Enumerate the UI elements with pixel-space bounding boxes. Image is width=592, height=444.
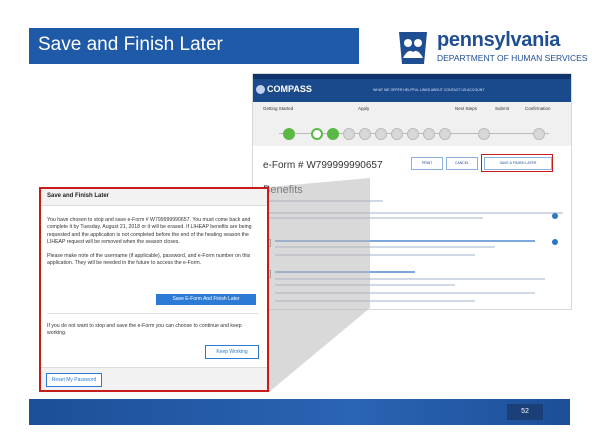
compass-screenshot: COMPASS WHAT WE OFFER HELPFUL LINKS ABOU… xyxy=(252,73,572,310)
benefit-item xyxy=(275,271,415,273)
step-dot xyxy=(343,128,355,140)
step-dot xyxy=(407,128,419,140)
eform-number: e-Form # W799999990657 xyxy=(263,160,383,171)
step-dot xyxy=(359,128,371,140)
compass-nav-items[interactable]: WHAT WE OFFER HELPFUL LINKS ABOUT CONTAC… xyxy=(373,88,484,92)
save-button-highlight xyxy=(481,154,553,172)
step-dot xyxy=(439,128,451,140)
text-line xyxy=(275,254,475,256)
slide-title: Save and Finish Later xyxy=(38,34,223,55)
compass-logo-icon xyxy=(256,85,265,94)
info-icon[interactable] xyxy=(552,213,558,219)
text-line xyxy=(275,300,475,302)
slide: Save and Finish Later pennsylvania DEPAR… xyxy=(0,0,592,444)
keystone-people-icon xyxy=(399,32,427,64)
step-dot xyxy=(423,128,435,140)
step-dot xyxy=(478,128,490,140)
page-number: 52 xyxy=(507,404,543,420)
step-next-steps: Next Steps xyxy=(455,106,478,111)
keep-working-button[interactable]: Keep Working xyxy=(205,345,259,359)
progress-steps: Getting Started Apply Next Steps Submit … xyxy=(253,102,571,146)
step-apply: Apply xyxy=(358,106,370,111)
dialog-footer: Reset My Password xyxy=(41,367,267,390)
logo-name: pennsylvania xyxy=(437,29,561,51)
slide-footer-bar xyxy=(29,399,570,425)
logo-subtitle: DEPARTMENT OF HUMAN SERVICES xyxy=(437,53,588,63)
benefit-item xyxy=(275,240,535,242)
dialog-header: Save and Finish Later xyxy=(41,189,267,206)
step-getting-started: Getting Started xyxy=(263,106,294,111)
text-line xyxy=(275,284,455,286)
compass-nav-bar: COMPASS WHAT WE OFFER HELPFUL LINKS ABOU… xyxy=(253,79,571,102)
reset-password-button[interactable]: Reset My Password xyxy=(46,373,102,387)
text-line xyxy=(275,292,535,294)
compass-brand: COMPASS xyxy=(267,84,312,94)
info-icon[interactable] xyxy=(552,239,558,245)
text-line xyxy=(275,246,495,248)
step-dot xyxy=(375,128,387,140)
save-eform-button[interactable]: Save E-Form And Finish Later xyxy=(156,294,256,305)
pennsylvania-logo: pennsylvania DEPARTMENT OF HUMAN SERVICE… xyxy=(393,28,588,68)
step-dot xyxy=(391,128,403,140)
dialog-paragraph-2: Please make note of the username (if app… xyxy=(47,253,251,267)
step-dot xyxy=(533,128,545,140)
step-dot xyxy=(311,128,323,140)
dialog-paragraph-3: If you do not want to stop and save the … xyxy=(47,323,242,337)
dialog-divider xyxy=(47,313,259,314)
text-line xyxy=(263,217,483,219)
step-dot xyxy=(327,128,339,140)
text-line xyxy=(263,212,563,214)
save-finish-later-dialog: Save and Finish Later You have chosen to… xyxy=(39,187,269,392)
cancel-button[interactable]: CANCEL xyxy=(446,157,478,170)
step-dot xyxy=(283,128,295,140)
dialog-title: Save and Finish Later xyxy=(47,193,110,199)
step-submit: Submit xyxy=(495,106,510,111)
benefit-tabs xyxy=(263,200,383,202)
text-line xyxy=(275,278,545,280)
step-confirmation: Confirmation xyxy=(525,106,551,111)
dialog-paragraph-1: You have chosen to stop and save e-Form … xyxy=(47,217,252,246)
print-button[interactable]: PRINT xyxy=(411,157,443,170)
